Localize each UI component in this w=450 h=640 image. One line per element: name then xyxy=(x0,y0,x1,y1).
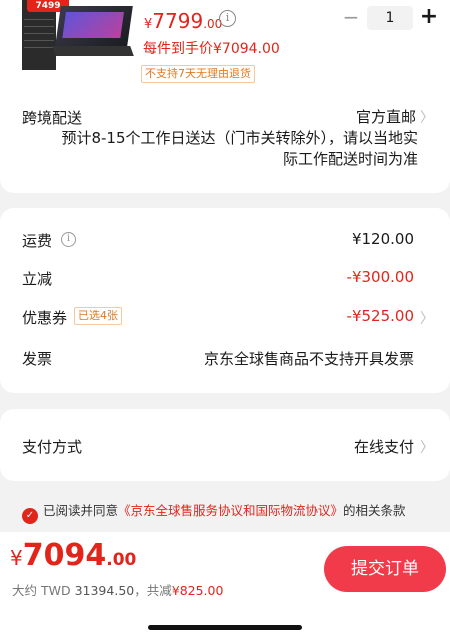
quantity-input[interactable]: 1 xyxy=(367,6,413,30)
agreement-line: ✓ 已阅读并同意《京东全球售服务协议和国际物流协议》的相关条款 xyxy=(22,500,406,524)
fees-card: 运费 i ¥120.00 立减 -¥300.00 优惠券 已选4张 -¥525.… xyxy=(0,208,450,393)
home-indicator[interactable] xyxy=(148,625,302,630)
price-integer: 7799 xyxy=(152,9,204,33)
agreement-prefix: 已阅读并同意 xyxy=(43,503,119,518)
info-icon[interactable]: i xyxy=(219,10,236,27)
discount-label: 立减 xyxy=(22,270,53,288)
invoice-label: 发票 xyxy=(22,350,53,368)
payment-method[interactable]: 在线支付 xyxy=(354,436,414,457)
submit-order-button[interactable]: 提交订单 xyxy=(324,546,446,592)
chevron-right-icon[interactable]: 〉 xyxy=(420,107,434,127)
payment-label: 支付方式 xyxy=(22,438,83,456)
product-card: 7499 ¥7799.00 i − 1 + 每件到手价¥7094.00 不支持7… xyxy=(0,0,450,193)
unit-price: ¥7799.00 xyxy=(144,9,222,33)
total-price: ¥7094.00 xyxy=(10,538,136,573)
info-icon[interactable]: i xyxy=(61,232,76,247)
chevron-right-icon[interactable]: 〉 xyxy=(420,437,434,457)
thumbnail-spec-lines xyxy=(24,14,54,49)
total-currency: ¥ xyxy=(10,546,23,570)
payment-card[interactable]: 支付方式 在线支付 〉 xyxy=(0,409,450,481)
hand-price: 每件到手价¥7094.00 xyxy=(143,41,280,57)
check-circle-icon[interactable]: ✓ xyxy=(22,508,38,524)
coupon-count-badge: 已选4张 xyxy=(74,307,122,325)
quantity-decrease-button[interactable]: − xyxy=(341,6,361,28)
no-return-badge: 不支持7天无理由退货 xyxy=(141,65,255,83)
coupon-value[interactable]: -¥525.00 xyxy=(347,307,414,325)
freight-value: ¥120.00 xyxy=(351,230,414,248)
product-thumbnail[interactable]: 7499 xyxy=(22,0,134,70)
agreement-suffix: 的相关条款 xyxy=(343,503,406,518)
freight-label: 运费 xyxy=(22,232,53,250)
invoice-value: 京东全球售商品不支持开具发票 xyxy=(203,350,414,368)
shipping-method[interactable]: 官方直邮 xyxy=(356,106,416,127)
shipping-description: 预计8-15个工作日送达（门市关转除外），请以当地实际工作配送时间为准 xyxy=(61,129,418,168)
discount-value: -¥300.00 xyxy=(346,268,414,286)
total-decimal: .00 xyxy=(106,550,137,570)
laptop-image xyxy=(55,6,133,46)
saved-value: ¥825.00 xyxy=(171,583,224,598)
coupon-label: 优惠券 xyxy=(22,309,68,327)
saved-prefix: ，共减 xyxy=(134,583,172,598)
twd-value: 31394.50 xyxy=(74,583,135,598)
chevron-right-icon[interactable]: 〉 xyxy=(420,308,434,328)
laptop-base-image xyxy=(52,46,134,56)
twd-conversion: 大约 TWD 31394.50，共减¥825.00 xyxy=(12,580,223,599)
quantity-increase-button[interactable]: + xyxy=(418,4,440,30)
agreement-link[interactable]: 《京东全球售服务协议和国际物流协议》 xyxy=(118,503,343,518)
shipping-label: 跨境配送 xyxy=(22,109,83,127)
twd-prefix: 大约 TWD xyxy=(12,583,75,598)
total-integer: 7094 xyxy=(22,538,107,573)
